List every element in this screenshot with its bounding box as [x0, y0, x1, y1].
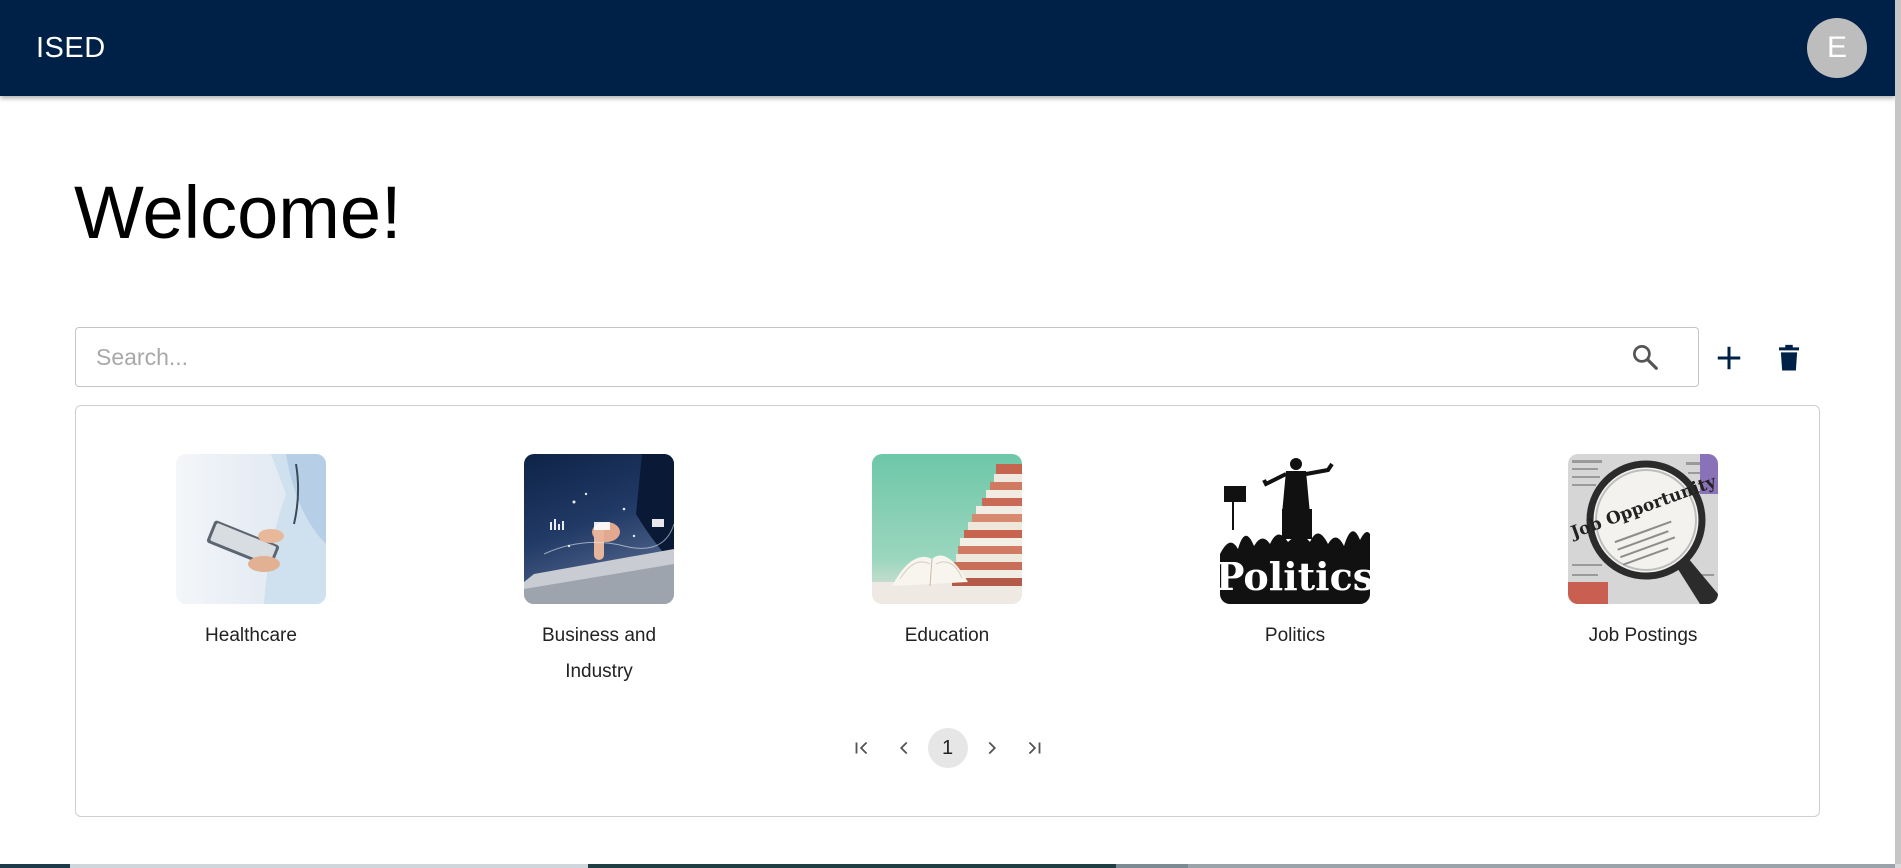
category-label: Education [904, 625, 990, 646]
trash-icon [1779, 344, 1799, 371]
first-page-icon [855, 741, 867, 755]
category-label: Business and Industry [541, 625, 657, 682]
user-avatar[interactable]: E [1807, 18, 1867, 78]
previous-page-button[interactable] [886, 730, 922, 766]
healthcare-image [176, 454, 326, 604]
job-postings-image: Job Opportunity [1568, 454, 1718, 604]
bottom-strip [0, 864, 1895, 868]
delete-button[interactable] [1765, 334, 1813, 382]
page-number-button[interactable]: 1 [927, 728, 968, 768]
scrollbar-thumb[interactable] [1895, 0, 1901, 864]
chevron-right-icon [988, 741, 996, 755]
category-card-politics[interactable]: Politics Politics [1170, 454, 1420, 654]
page-title: Welcome! [74, 171, 402, 254]
search-field[interactable] [75, 327, 1699, 387]
category-grid: Healthcare Business and Industry Educati… [76, 454, 1819, 694]
politics-image: Politics [1220, 454, 1370, 604]
plus-icon [1717, 346, 1741, 370]
category-card-healthcare[interactable]: Healthcare [126, 454, 376, 654]
category-card-education[interactable]: Education [822, 454, 1072, 654]
pagination: 1 [76, 728, 1819, 768]
app-title[interactable]: ISED [36, 32, 106, 65]
search-input[interactable] [76, 342, 1628, 372]
last-page-button[interactable] [1016, 730, 1052, 766]
search-icon[interactable] [1628, 340, 1662, 374]
next-page-button[interactable] [974, 730, 1010, 766]
category-label: Healthcare [205, 625, 297, 646]
category-card-business-and-industry[interactable]: Business and Industry [474, 454, 724, 690]
category-label: Job Postings [1588, 625, 1698, 646]
politics-image-text: Politics [1220, 554, 1370, 599]
categories-panel: Healthcare Business and Industry Educati… [75, 405, 1820, 817]
add-button[interactable] [1705, 334, 1753, 382]
last-page-icon [1028, 741, 1040, 755]
business-and-industry-image [524, 454, 674, 604]
education-image [872, 454, 1022, 604]
chevron-left-icon [899, 741, 907, 755]
app-bar: ISED E [0, 0, 1895, 96]
category-card-job-postings[interactable]: Job Opportunity Job Postings [1518, 454, 1768, 654]
category-label: Politics [1264, 625, 1326, 646]
page-scrollbar[interactable] [1895, 0, 1901, 868]
first-page-button[interactable] [844, 730, 880, 766]
